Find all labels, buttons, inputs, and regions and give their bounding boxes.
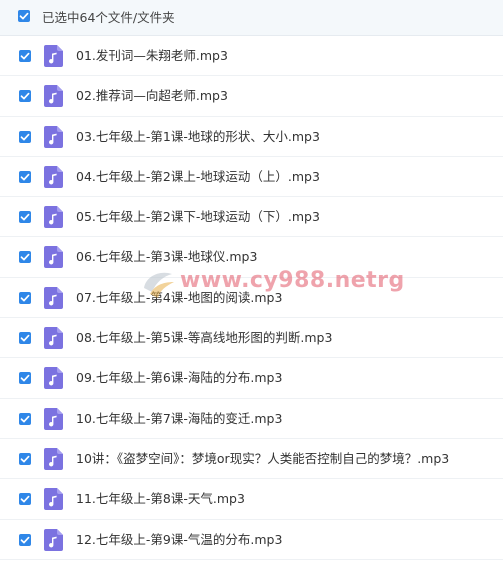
- music-file-icon: [44, 85, 63, 108]
- check-icon: [20, 254, 30, 261]
- file-name[interactable]: 09.七年级上-第6课-海陆的分布.mp3: [76, 369, 282, 387]
- file-name[interactable]: 06.七年级上-第3课-地球仪.mp3: [76, 248, 257, 266]
- check-icon: [20, 173, 30, 181]
- file-name[interactable]: 11.七年级上-第8课-天气.mp3: [76, 490, 245, 508]
- check-icon: [20, 415, 30, 423]
- music-file-icon: [44, 286, 63, 309]
- file-row[interactable]: 01.发刊词—朱翔老师.mp3: [0, 36, 503, 77]
- music-note-glyph: [44, 246, 63, 269]
- music-file-icon: [44, 45, 63, 67]
- file-row[interactable]: 04.七年级上-第2课上-地球运动（上）.mp3: [0, 156, 503, 198]
- music-note-glyph: [44, 327, 63, 350]
- file-row[interactable]: 02.推荐词—向超老师.mp3: [0, 76, 503, 117]
- file-name[interactable]: 04.七年级上-第2课上-地球运动（上）.mp3: [76, 168, 320, 186]
- file-row[interactable]: 03.七年级上-第1课-地球的形状、大小.mp3: [0, 116, 503, 157]
- file-checkbox[interactable]: [19, 332, 31, 345]
- check-icon: [19, 12, 29, 20]
- file-name[interactable]: 08.七年级上-第5课-等高线地形图的判断.mp3: [76, 329, 332, 347]
- file-name[interactable]: 05.七年级上-第2课下-地球运动（下）.mp3: [76, 208, 320, 226]
- file-checkbox[interactable]: [19, 372, 31, 385]
- check-icon: [20, 455, 30, 463]
- check-icon: [20, 52, 30, 60]
- music-note-glyph: [44, 165, 63, 188]
- file-row[interactable]: 10讲：《盗梦空间》：梦境or现实？人类能否控制自己的梦境？.mp3: [0, 438, 503, 480]
- file-name[interactable]: 03.七年级上-第1课-地球的形状、大小.mp3: [76, 128, 320, 146]
- file-checkbox[interactable]: [19, 533, 31, 546]
- file-row[interactable]: 10.七年级上-第7课-海陆的变迁.mp3: [0, 398, 503, 439]
- file-row[interactable]: 06.七年级上-第3课-地球仪.mp3: [0, 237, 503, 278]
- file-name[interactable]: 02.推荐词—向超老师.mp3: [76, 87, 228, 105]
- file-name[interactable]: 01.发刊词—朱翔老师.mp3: [76, 47, 228, 65]
- music-file-icon: [44, 367, 63, 390]
- file-checkbox[interactable]: [19, 493, 31, 506]
- selection-header: 已选中64个文件/文件夹: [0, 0, 503, 36]
- selection-count-text: 已选中64个文件/文件夹: [42, 10, 175, 25]
- music-note-glyph: [44, 447, 63, 470]
- music-note-glyph: [44, 206, 63, 229]
- file-name[interactable]: 07.七年级上-第4课-地图的阅读.mp3: [76, 289, 282, 307]
- check-icon: [20, 375, 30, 382]
- check-icon: [20, 496, 30, 503]
- file-row[interactable]: 05.七年级上-第2课下-地球运动（下）.mp3: [0, 197, 503, 238]
- music-file-icon: [44, 327, 63, 350]
- file-row[interactable]: 09.七年级上-第6课-海陆的分布.mp3: [0, 358, 503, 399]
- music-note-glyph: [44, 45, 63, 67]
- file-name[interactable]: 10讲：《盗梦空间》：梦境or现实？人类能否控制自己的梦境？.mp3: [76, 450, 449, 468]
- file-checkbox[interactable]: [19, 291, 31, 304]
- check-icon: [20, 93, 30, 100]
- check-icon: [20, 294, 30, 302]
- file-checkbox[interactable]: [19, 130, 31, 143]
- music-file-icon: [44, 528, 63, 551]
- check-icon: [20, 133, 30, 141]
- file-checkbox[interactable]: [19, 211, 31, 224]
- file-list: 01.发刊词—朱翔老师.mp3 02.推荐词—向超老师.mp3 03.七年级上-第1…: [0, 36, 503, 560]
- file-checkbox[interactable]: [19, 452, 31, 465]
- music-file-icon: [44, 206, 63, 229]
- file-row[interactable]: 11.七年级上-第8课-天气.mp3: [0, 479, 503, 520]
- file-checkbox[interactable]: [19, 251, 31, 264]
- music-file-icon: [44, 246, 63, 269]
- music-note-glyph: [44, 488, 63, 511]
- music-note-glyph: [44, 125, 63, 148]
- select-all-checkbox[interactable]: [18, 10, 30, 22]
- check-icon: [20, 536, 30, 544]
- file-row[interactable]: 08.七年级上-第5课-等高线地形图的判断.mp3: [0, 318, 503, 359]
- file-checkbox[interactable]: [19, 170, 31, 183]
- file-row[interactable]: 07.七年级上-第4课-地图的阅读.mp3: [0, 277, 503, 319]
- check-icon: [20, 213, 30, 221]
- file-checkbox[interactable]: [19, 50, 31, 62]
- file-name[interactable]: 10.七年级上-第7课-海陆的变迁.mp3: [76, 410, 282, 428]
- file-name[interactable]: 12.七年级上-第9课-气温的分布.mp3: [76, 531, 282, 549]
- music-note-glyph: [44, 367, 63, 390]
- music-file-icon: [44, 165, 63, 188]
- music-file-icon: [44, 125, 63, 148]
- music-file-icon: [44, 407, 63, 430]
- music-file-icon: [44, 488, 63, 511]
- music-file-icon: [44, 447, 63, 470]
- music-note-glyph: [44, 85, 63, 108]
- music-note-glyph: [44, 528, 63, 551]
- file-checkbox[interactable]: [19, 90, 31, 103]
- music-note-glyph: [44, 286, 63, 309]
- file-checkbox[interactable]: [19, 412, 31, 425]
- file-row[interactable]: 12.七年级上-第9课-气温的分布.mp3: [0, 519, 503, 560]
- check-icon: [20, 334, 30, 342]
- music-note-glyph: [44, 407, 63, 430]
